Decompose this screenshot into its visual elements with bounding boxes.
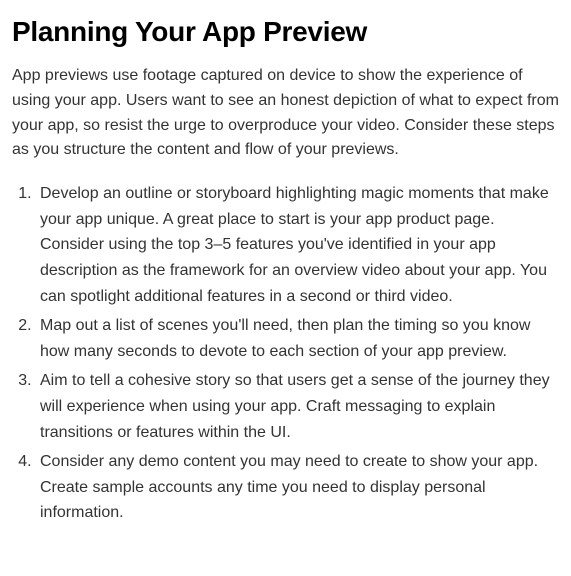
list-item: Aim to tell a cohesive story so that use… [36, 368, 559, 445]
page-heading: Planning Your App Preview [12, 16, 559, 48]
steps-list: Develop an outline or storyboard highlig… [12, 181, 559, 526]
list-item: Develop an outline or storyboard highlig… [36, 181, 559, 309]
list-item: Map out a list of scenes you'll need, th… [36, 313, 559, 364]
intro-paragraph: App previews use footage captured on dev… [12, 64, 559, 163]
list-item: Consider any demo content you may need t… [36, 449, 559, 526]
